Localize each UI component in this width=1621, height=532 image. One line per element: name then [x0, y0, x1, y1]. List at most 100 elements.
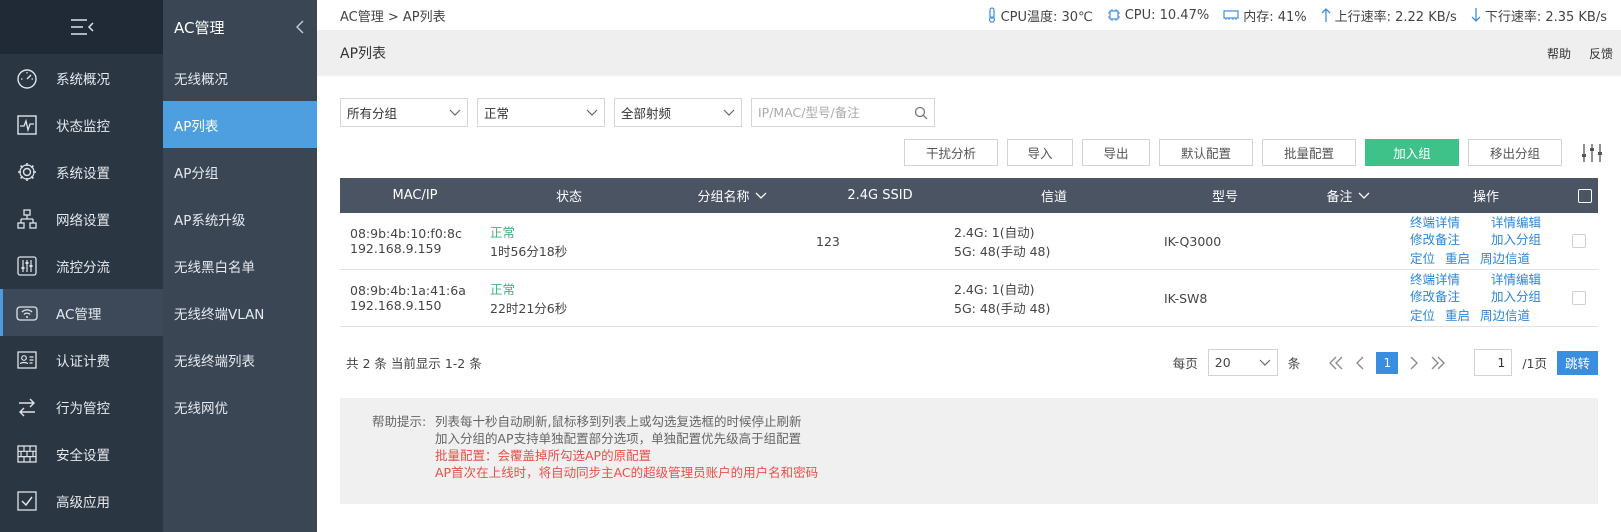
export-button[interactable]: 导出 — [1082, 139, 1150, 166]
sort-chevron-icon[interactable] — [1358, 192, 1370, 200]
search-icon[interactable] — [914, 106, 928, 120]
col-model: 型号 — [1154, 186, 1286, 205]
cpu-temp-stat: CPU温度: 30℃ — [987, 6, 1093, 25]
subnav-item[interactable]: 无线网优 — [163, 383, 317, 430]
edit-details-link[interactable]: 详情编辑 — [1491, 215, 1562, 232]
download-stat: 下行速率: 2.35 KB/s — [1471, 6, 1607, 25]
import-button[interactable]: 导入 — [1007, 139, 1073, 166]
column-settings-icon[interactable] — [1579, 142, 1605, 164]
help-lines: 列表每十秒自动刷新,鼠标移到列表上或勾选复选框的时候停止刷新 加入分组的AP支持… — [435, 413, 818, 504]
menu-collapse-icon[interactable] — [69, 17, 95, 37]
cpu-chip-icon — [1107, 9, 1120, 21]
batch-config-button[interactable]: 批量配置 — [1262, 139, 1356, 166]
band-filter-value: 全部射频 — [621, 106, 672, 121]
select-all-checkbox[interactable] — [1578, 188, 1592, 203]
search-box — [751, 98, 935, 127]
table-footer: 共 2 条 当前显示 1-2 条 每页 20 条 1 /1页 跳转 — [340, 345, 1598, 380]
app-root: 系统概况 状态监控 系统设置 网络设置 流控分流 AC管理 认证计费 行为管控 … — [0, 0, 1621, 532]
secondary-sidebar-header: AC管理 — [163, 0, 317, 54]
sidebar-item[interactable]: 认证计费 — [0, 336, 163, 383]
edit-details-link[interactable]: 详情编辑 — [1491, 272, 1562, 289]
total-pages: /1页 — [1522, 356, 1547, 371]
page-title: AP列表 — [340, 46, 387, 62]
sidebar-item[interactable]: 高级应用 — [0, 477, 163, 524]
reboot-link[interactable]: 重启 — [1445, 305, 1470, 324]
sidebar-item[interactable]: 安全设置 — [0, 430, 163, 477]
sidebar-item[interactable]: 状态监控 — [0, 101, 163, 148]
feedback-link[interactable]: 反馈 — [1589, 45, 1613, 62]
edit-note-link[interactable]: 修改备注 — [1410, 289, 1481, 306]
cell-mac-ip: 08:9b:4b:10:f0:8c 192.168.9.159 — [340, 226, 480, 256]
cell-status: 正常 22时21分6秒 — [480, 279, 648, 317]
join-group-button[interactable]: 加入组 — [1365, 139, 1459, 166]
help-link[interactable]: 帮助 — [1547, 45, 1571, 62]
page-size-select[interactable]: 20 — [1207, 349, 1278, 376]
cell-model: IK-SW8 — [1154, 291, 1286, 306]
edit-note-link[interactable]: 修改备注 — [1410, 232, 1481, 249]
sidebar-item[interactable]: AC管理 — [0, 289, 163, 336]
sidebar-item[interactable]: 网络设置 — [0, 195, 163, 242]
sort-chevron-icon[interactable] — [755, 192, 767, 200]
locate-link[interactable]: 定位 — [1410, 248, 1435, 267]
nearby-channel-link[interactable]: 周边信道 — [1480, 305, 1530, 324]
remove-from-group-button[interactable]: 移出分组 — [1468, 139, 1562, 166]
sidebar-item[interactable]: 流控分流 — [0, 242, 163, 289]
first-page-icon[interactable] — [1328, 356, 1344, 370]
search-input[interactable] — [758, 105, 908, 120]
chevron-down-icon — [723, 109, 735, 116]
group-filter-select[interactable]: 所有分组 — [340, 98, 468, 127]
status-text: 正常 — [490, 282, 516, 297]
monitor-icon — [14, 112, 40, 138]
join-group-link[interactable]: 加入分组 — [1491, 232, 1562, 249]
prev-page-icon[interactable] — [1354, 356, 1366, 370]
reboot-link[interactable]: 重启 — [1445, 248, 1470, 267]
col-actions-label: 操作 — [1472, 190, 1499, 205]
subnav-item[interactable]: 无线终端列表 — [163, 336, 317, 383]
subnav-item[interactable]: AP系统升级 — [163, 195, 317, 242]
next-page-icon[interactable] — [1408, 356, 1420, 370]
current-page-indicator[interactable]: 1 — [1376, 351, 1399, 374]
status-filter-select[interactable]: 正常 — [477, 98, 605, 127]
default-config-button[interactable]: 默认配置 — [1159, 139, 1253, 166]
band-filter-select[interactable]: 全部射频 — [614, 98, 742, 127]
subnav-item[interactable]: 无线黑白名单 — [163, 242, 317, 289]
sidebar-collapse-button[interactable] — [0, 0, 163, 54]
terminal-details-link[interactable]: 终端详情 — [1410, 215, 1481, 232]
sidebar-item[interactable]: 行为管控 — [0, 383, 163, 430]
row-checkbox[interactable] — [1572, 234, 1586, 248]
col-model-label: 型号 — [1211, 190, 1238, 205]
row-checkbox[interactable] — [1572, 291, 1586, 305]
last-page-icon[interactable] — [1430, 356, 1446, 370]
sidebar-item[interactable]: 系统设置 — [0, 148, 163, 195]
col-channel-label: 信道 — [1040, 190, 1067, 205]
thermometer-icon — [988, 7, 995, 23]
per-page-label: 每页 — [1172, 356, 1198, 371]
table-header: MAC/IP 状态 分组名称 2.4G SSID 信道 型号 备注 操作 — [340, 178, 1598, 213]
terminal-details-link[interactable]: 终端详情 — [1410, 272, 1481, 289]
subnav-item[interactable]: 无线终端VLAN — [163, 289, 317, 336]
help-line: 加入分组的AP支持单独配置部分选项，单独配置优先级高于组配置 — [435, 431, 802, 446]
col-ssid: 2.4G SSID — [806, 188, 944, 203]
sidebar-item-label: 高级应用 — [56, 494, 110, 511]
col-status: 状态 — [480, 186, 648, 205]
interference-analysis-button[interactable]: 干扰分析 — [904, 139, 998, 166]
main-content: AC管理 > AP列表 CPU温度: 30℃ CPU: 10.47% 内存: 4… — [317, 0, 1621, 532]
subnav-item[interactable]: AP列表 — [163, 101, 317, 148]
join-group-link[interactable]: 加入分组 — [1491, 289, 1562, 306]
jump-button[interactable]: 跳转 — [1556, 350, 1598, 375]
col-note[interactable]: 备注 — [1286, 186, 1400, 205]
subnav-item[interactable]: AP分组 — [163, 148, 317, 195]
sidebar-item-label: 网络设置 — [56, 212, 110, 229]
filter-bar: 所有分组 正常 全部射频 — [340, 98, 935, 127]
nearby-channel-link[interactable]: 周边信道 — [1480, 248, 1530, 267]
col-group-name[interactable]: 分组名称 — [648, 186, 806, 205]
locate-link[interactable]: 定位 — [1410, 305, 1435, 324]
goto-page-input[interactable] — [1474, 349, 1513, 376]
chevron-left-icon[interactable] — [295, 20, 305, 34]
col-actions: 操作 — [1400, 186, 1562, 205]
sidebar-item-label: 状态监控 — [56, 118, 110, 135]
sidebar-item[interactable]: 系统概况 — [0, 54, 163, 101]
cpu-value: CPU: 10.47% — [1124, 7, 1210, 23]
col-select-all — [1562, 188, 1598, 203]
subnav-item[interactable]: 无线概况 — [163, 54, 317, 101]
